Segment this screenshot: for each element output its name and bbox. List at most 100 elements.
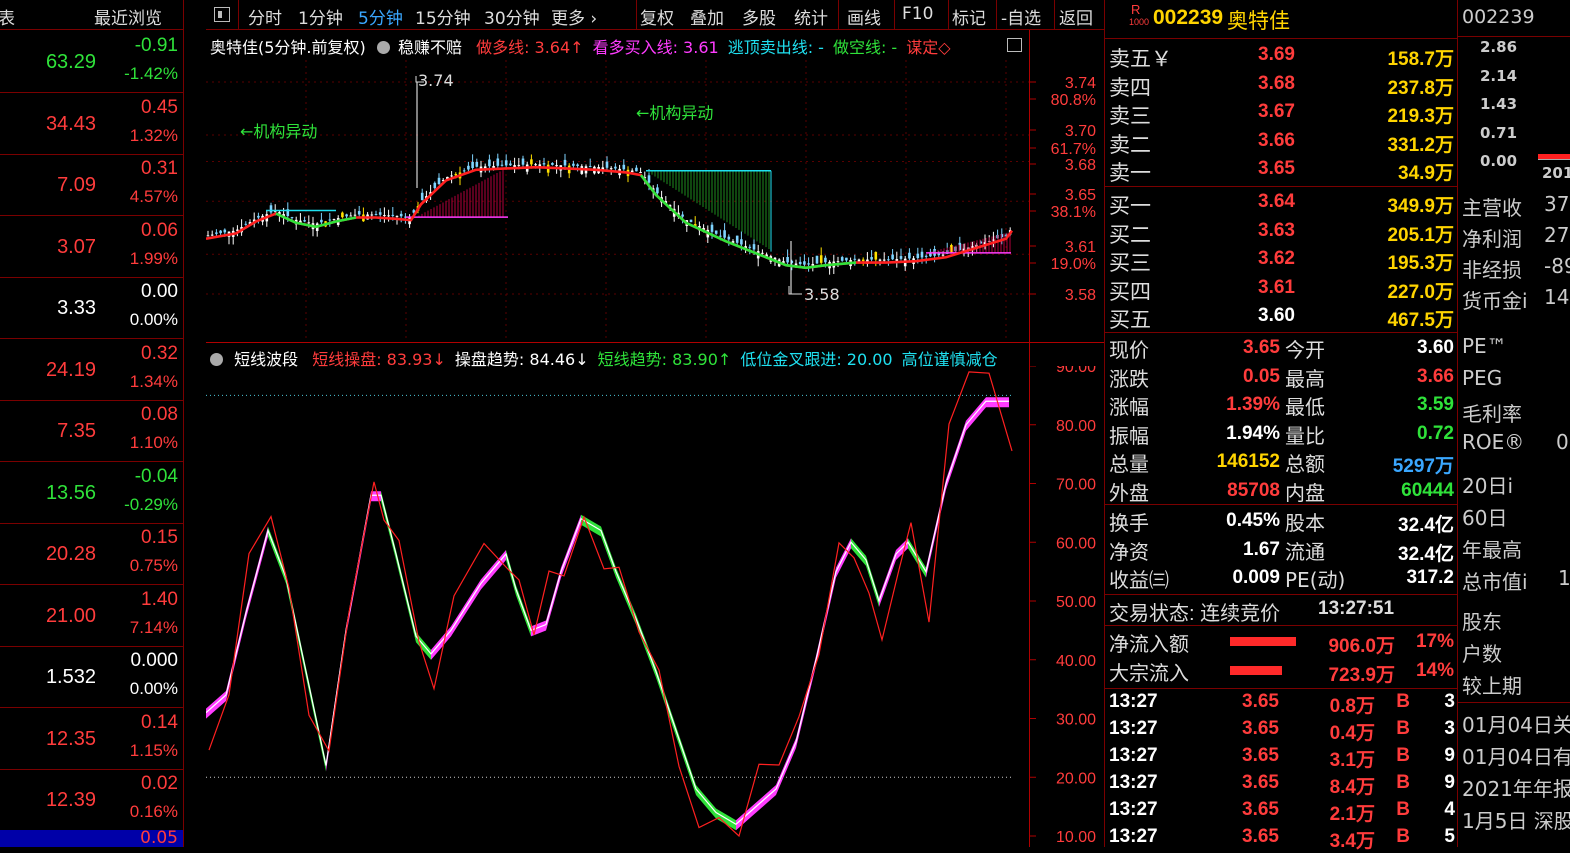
list-price: 12.39 (45, 789, 96, 811)
toolbar-item[interactable]: 画线 (847, 4, 881, 29)
order-book-row[interactable]: 买三 3.62 195.3万 (1105, 246, 1458, 275)
selected-row[interactable]: 0.05 (0, 828, 183, 847)
tick-side: B (1396, 691, 1410, 712)
far-item-label[interactable]: 非经损 (1462, 254, 1522, 283)
indicator-dot-icon[interactable] (376, 41, 390, 54)
chart-area[interactable]: 奥特佳(5分钟.前复权) 稳赚不赔 做多线: 3.64↑ 看多买入线: 3.61 逃… (206, 30, 1104, 847)
toolbar-item[interactable]: F10 (902, 4, 933, 24)
toolbar-item[interactable]: 5分钟 (358, 4, 403, 29)
list-item[interactable]: 34.43 0.45 1.32% (0, 93, 183, 155)
far-item-label[interactable]: 户数 (1462, 638, 1502, 667)
order-book-row[interactable]: 买二 3.63 205.1万 (1105, 218, 1458, 247)
toolbar-item[interactable]: 1分钟 (298, 4, 343, 29)
list-item[interactable]: 1.532 0.000 0.00% (0, 646, 183, 708)
order-price: 3.61 (1258, 276, 1295, 298)
news-item[interactable]: 2021年年报 (1462, 773, 1570, 802)
order-book-row[interactable]: 卖五￥ 3.69 158.7万 (1105, 42, 1458, 71)
recent-browse-label[interactable]: 最近浏览 (94, 4, 162, 29)
order-book-row[interactable]: 卖三 3.67 219.3万 (1105, 99, 1458, 128)
far-year: 201 (1542, 164, 1570, 182)
expand-icon[interactable] (1007, 38, 1022, 52)
flow-bar (1230, 666, 1282, 675)
indicator-name[interactable]: 稳赚不赔 (398, 38, 462, 57)
stat-value: 5297万 (1392, 456, 1454, 477)
order-book-row[interactable]: 卖二 3.66 331.2万 (1105, 128, 1458, 157)
far-item-label[interactable]: PE™ (1462, 334, 1507, 358)
toolbar-item[interactable]: 标记 (952, 4, 986, 29)
list-item[interactable]: 24.19 0.32 1.34% (0, 339, 183, 401)
news-item[interactable]: 01月04日关 (1462, 709, 1570, 738)
recent-stocks-panel: 表 最近浏览 63.29 -0.91 -1.42%34.43 0.45 1.32… (0, 0, 184, 847)
list-item[interactable]: 12.39 0.02 0.16% (0, 769, 183, 831)
toggle-panel-icon[interactable] (214, 7, 230, 22)
tick-price: 3.65 (1242, 718, 1279, 739)
list-pct: 0.16% (129, 802, 178, 821)
flow-label: 净流入额 (1109, 632, 1189, 656)
list-item[interactable]: 13.56 -0.04 -0.29% (0, 462, 183, 524)
order-label: 卖四 (1109, 75, 1151, 100)
far-item-label[interactable]: 货币金i (1462, 285, 1528, 314)
far-item-value: 14 (1544, 285, 1570, 309)
axis-label: 3.70 (1065, 123, 1096, 140)
list-item[interactable]: 12.35 0.14 1.15% (0, 708, 183, 770)
toolbar-item[interactable]: 统计 (794, 4, 828, 29)
order-book-row[interactable]: 买四 3.61 227.0万 (1105, 275, 1458, 304)
list-item[interactable]: 3.07 0.06 1.99% (0, 216, 183, 278)
stat-label: 流通 (1285, 539, 1325, 564)
far-item-label[interactable]: 较上期 (1462, 670, 1522, 699)
trend-line (206, 165, 1014, 270)
toolbar-item[interactable]: 多股 (742, 4, 776, 29)
far-item-value: 1 (1558, 566, 1570, 590)
list-item[interactable]: 7.35 0.08 1.10% (0, 400, 183, 462)
order-volume: 219.3万 (1387, 106, 1454, 128)
far-item-label[interactable]: 总市值i (1462, 566, 1528, 595)
news-item[interactable]: 01月04日有 (1462, 741, 1570, 770)
order-book-row[interactable]: 买一 3.64 349.9万 (1105, 189, 1458, 218)
list-change: 0.15 (141, 527, 178, 548)
order-label: 买一 (1109, 194, 1151, 218)
toolbar-item[interactable]: 返回 (1059, 4, 1093, 29)
far-item-label[interactable]: 20日i (1462, 470, 1513, 499)
legend-item: 做多线: 3.64↑ (476, 38, 584, 57)
order-label: 卖五￥ (1109, 47, 1172, 71)
tick-count: 9 (1444, 772, 1455, 793)
order-book-row[interactable]: 卖四 3.68 237.8万 (1105, 71, 1458, 100)
list-item[interactable]: 7.09 0.31 4.57% (0, 154, 183, 216)
low-annotation: 3.58 (804, 285, 840, 304)
oscillator-chart[interactable]: 90.00 80.00 70.00 60.00 50.00 40.00 30.00 20.00… (206, 366, 1104, 847)
far-item-label[interactable]: PEG (1462, 366, 1502, 390)
tick-side: B (1396, 745, 1410, 766)
order-book-row[interactable]: 卖一 3.65 34.9万 (1105, 156, 1458, 185)
candlestick-chart[interactable]: 3.743.58←机构异动←机构异动3.7480.8%3.7061.7%3.68… (206, 60, 1104, 342)
far-item-label[interactable]: 年最高 (1462, 534, 1522, 563)
news-item[interactable]: 1月5日 深股 (1462, 805, 1570, 834)
list-pct: 1.32% (129, 125, 178, 145)
sub-dot-icon[interactable] (210, 353, 223, 366)
stat-value: 32.4亿 (1398, 543, 1454, 565)
far-item-label[interactable]: 股东 (1462, 606, 1502, 635)
list-item[interactable]: 20.28 0.15 0.75% (0, 523, 183, 585)
axis-label: 70.00 (1056, 477, 1096, 494)
list-pct: 1.15% (129, 740, 178, 760)
toolbar-item[interactable]: 30分钟 (484, 4, 540, 29)
list-item[interactable]: 3.33 0.00 0.00% (0, 277, 183, 339)
tick-side: B (1396, 826, 1410, 847)
toolbar-item[interactable]: 分时 (248, 4, 282, 29)
stat-label: PE(动) (1285, 568, 1346, 592)
order-book-row[interactable]: 买五 3.60 467.5万 (1105, 303, 1458, 333)
toolbar-item[interactable]: 更多 › (551, 4, 597, 29)
list-item[interactable]: 63.29 -0.91 -1.42% (0, 31, 183, 93)
far-item-label[interactable]: ROE® (1462, 430, 1524, 454)
toolbar-item[interactable]: 叠加 (690, 4, 724, 29)
tick-count: 5 (1444, 826, 1455, 847)
toolbar-item[interactable]: -自选 (1001, 4, 1041, 29)
order-label: 买五 (1109, 308, 1151, 333)
far-item-label[interactable]: 主营收 (1462, 192, 1522, 221)
toolbar-item[interactable]: 复权 (640, 4, 674, 29)
far-item-label[interactable]: 毛利率 (1462, 398, 1522, 427)
list-item[interactable]: 21.00 1.40 7.14% (0, 585, 183, 647)
far-item-label[interactable]: 净利润 (1462, 223, 1522, 252)
toolbar-item[interactable]: 15分钟 (415, 4, 471, 29)
far-item-label[interactable]: 60日 (1462, 502, 1507, 531)
order-volume: 467.5万 (1387, 310, 1454, 332)
